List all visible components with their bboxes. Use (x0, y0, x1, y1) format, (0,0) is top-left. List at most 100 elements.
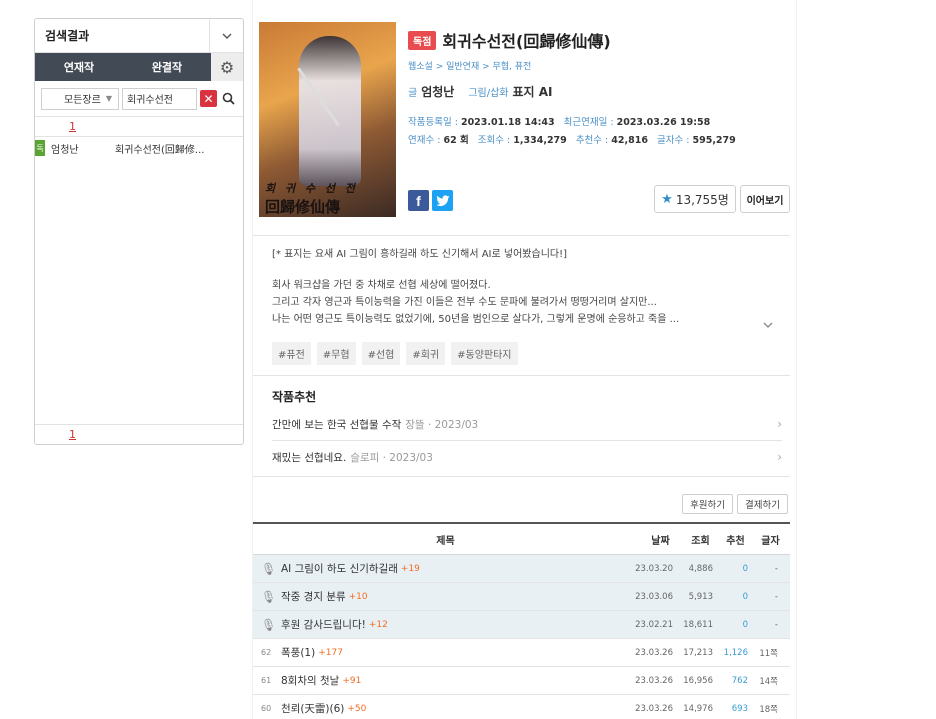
row-recs: 0 (742, 563, 748, 574)
row-views: 17,213 (683, 647, 713, 658)
microphone-icon: 🎙 (261, 617, 277, 632)
table-row[interactable]: 🎙 AI 그림이 하도 신기하길래 +19 23.03.20 4,886 0 - (253, 555, 790, 583)
recommend-item[interactable]: 간만에 보는 한국 선협물 수작 장뜰 · 2023/03 › (272, 411, 782, 437)
tab-ongoing[interactable]: 연재작 (35, 53, 123, 81)
exclusive-badge: 독 (35, 140, 45, 156)
star-icon: ★ (661, 191, 673, 207)
row-date: 23.03.26 (635, 647, 673, 658)
result-author[interactable]: 엄청난 (51, 141, 115, 156)
search-icon[interactable] (220, 90, 236, 108)
views-count: 1,334,279 (513, 135, 567, 146)
illustrator-name: 표지 AI (512, 85, 553, 99)
twitter-icon[interactable] (432, 190, 453, 211)
row-chars: 18쪽 (759, 704, 778, 715)
episodes-label: 연재수 : (408, 135, 441, 146)
row-title-cell: 61 8회차의 첫날 +91 (253, 673, 621, 688)
genre-select-value: 모든장르 (64, 95, 101, 106)
search-results-header: 검색결과 (35, 18, 243, 53)
divider (253, 476, 790, 477)
row-views: 14,976 (683, 703, 713, 714)
table-row[interactable]: 60 천뢰(天雷)(6) +50 23.03.26 14,976 693 18쪽 (253, 695, 790, 719)
table-row[interactable]: 🎙 후원 감사드립니다! +12 23.02.21 18,611 0 - (253, 611, 790, 639)
row-views: 18,611 (683, 619, 713, 630)
tab-completed[interactable]: 완결작 (123, 53, 211, 81)
continue-reading-button[interactable]: 이어보기 (740, 185, 790, 213)
row-recs: 1,126 (723, 647, 748, 658)
tag[interactable]: #동양판타지 (451, 342, 518, 365)
row-title-cell: 🎙 후원 감사드립니다! +12 (253, 617, 621, 632)
row-recs: 762 (731, 675, 748, 686)
expand-synopsis-icon[interactable] (763, 320, 773, 331)
collapse-chevron-icon[interactable] (209, 18, 243, 53)
genre-breadcrumb[interactable]: 웹소설 > 일반연재 > 무협, 퓨전 (408, 59, 793, 72)
row-number: 62 (261, 648, 272, 657)
row-title[interactable]: 폭풍(1) (281, 645, 315, 660)
favorite-button[interactable]: ★ 13,755명 (654, 185, 736, 213)
views-label: 조회수 : (477, 135, 511, 146)
facebook-icon[interactable]: f (408, 190, 429, 211)
gear-icon[interactable]: ⚙ (211, 53, 243, 81)
favorite-count: 13,755명 (675, 192, 729, 207)
row-date: 23.02.21 (635, 619, 673, 630)
novel-detail: 회 귀 수 선 전 回歸修仙傳 독점 회귀수선전(回歸修仙傳) 웹소설 > 일반… (252, 0, 797, 719)
recommend-item[interactable]: 재밌는 선협네요. 슬로피 · 2023/03 › (272, 444, 782, 470)
genre-select[interactable]: 모든장르 ▼ (41, 87, 119, 110)
synopsis-line: [* 표지는 요새 AI 그림이 흥하길래 하도 신기해서 AI로 넣어봤습니다… (272, 249, 567, 260)
novel-info: 독점 회귀수선전(回歸修仙傳) 웹소설 > 일반연재 > 무협, 퓨전 글 엄청… (408, 28, 793, 150)
tag[interactable]: #퓨전 (272, 342, 311, 365)
row-title[interactable]: 8회차의 첫날 (281, 673, 339, 688)
recs-count: 42,816 (611, 135, 648, 146)
novel-stats: 작품등록일 : 2023.01.18 14:43 최근연재일 : 2023.03… (408, 114, 793, 150)
chars-count: 595,279 (692, 135, 736, 146)
clear-search-icon[interactable]: ✕ (200, 90, 217, 107)
tag[interactable]: #선협 (361, 342, 401, 365)
row-date: 23.03.26 (635, 703, 673, 714)
table-header: 제목 날짜 조회 추천 글자 (253, 522, 790, 555)
row-chars: 14쪽 (759, 676, 778, 687)
synopsis-line: 회사 워크샵을 가던 중 차채로 선협 세상에 떨어졌다. (272, 280, 491, 291)
microphone-icon: 🎙 (261, 589, 277, 604)
row-number: 60 (261, 704, 272, 713)
table-row[interactable]: 🎙 작중 경지 분류 +10 23.03.06 5,913 0 - (253, 583, 790, 611)
search-input[interactable]: 회귀수선전 (122, 87, 197, 110)
search-filter-bar: 모든장르 ▼ 회귀수선전 ✕ (35, 81, 243, 117)
row-chars: - (774, 619, 778, 630)
table-row[interactable]: 61 8회차의 첫날 +91 23.03.26 16,956 762 14쪽 (253, 667, 790, 695)
list-item[interactable]: 독 엄청난 회귀수선전(回歸修... (35, 137, 243, 159)
header-title: 제목 (436, 535, 455, 547)
search-results-panel: 검색결과 연재작 완결작 ⚙ 모든장르 ▼ 회귀수선전 ✕ 1 독 엄청난 회귀… (34, 18, 244, 445)
row-comment-count: +177 (318, 647, 343, 658)
dropdown-arrow-icon: ▼ (105, 94, 112, 103)
recs-label: 추천수 : (575, 135, 609, 146)
row-views: 5,913 (688, 591, 713, 602)
author-label: 글 (408, 88, 418, 99)
pay-button[interactable]: 결제하기 (737, 494, 788, 514)
latest-date: 2023.03.26 19:58 (616, 117, 711, 128)
action-buttons: 후원하기 결제하기 (682, 494, 788, 514)
tag[interactable]: #회귀 (406, 342, 446, 365)
cover-text-korean: 회 귀 수 선 전 (265, 182, 358, 195)
divider (253, 235, 790, 236)
row-comment-count: +91 (342, 675, 362, 686)
header-date: 날짜 (651, 535, 670, 547)
sidebar-tabs: 연재작 완결작 ⚙ (35, 53, 243, 81)
page-link[interactable]: 1 (69, 120, 76, 133)
row-comment-count: +12 (368, 619, 388, 630)
row-title[interactable]: 천뢰(天雷)(6) (281, 701, 344, 716)
sponsor-button[interactable]: 후원하기 (682, 494, 734, 514)
pagination-top: 1 (35, 117, 243, 137)
author-name[interactable]: 엄청난 (421, 83, 454, 100)
tag[interactable]: #무협 (316, 342, 356, 365)
row-chars: - (774, 591, 778, 602)
row-title[interactable]: 후원 감사드립니다! (281, 617, 366, 632)
table-row[interactable]: 62 폭풍(1) +177 23.03.26 17,213 1,126 11쪽 (253, 639, 790, 667)
page-link[interactable]: 1 (69, 428, 76, 441)
row-title[interactable]: 작중 경지 분류 (281, 589, 346, 604)
reg-label: 작품등록일 : (408, 117, 458, 128)
result-title[interactable]: 회귀수선전(回歸修... (115, 141, 204, 156)
recommend-title: 작품추천 (272, 390, 317, 404)
recommend-text: 재밌는 선협네요. (272, 451, 347, 464)
stats-line-dates: 작품등록일 : 2023.01.18 14:43 최근연재일 : 2023.03… (408, 114, 793, 132)
tag-list: #퓨전 #무협 #선협 #회귀 #동양판타지 (272, 342, 518, 365)
row-title[interactable]: AI 그림이 하도 신기하길래 (281, 561, 398, 576)
